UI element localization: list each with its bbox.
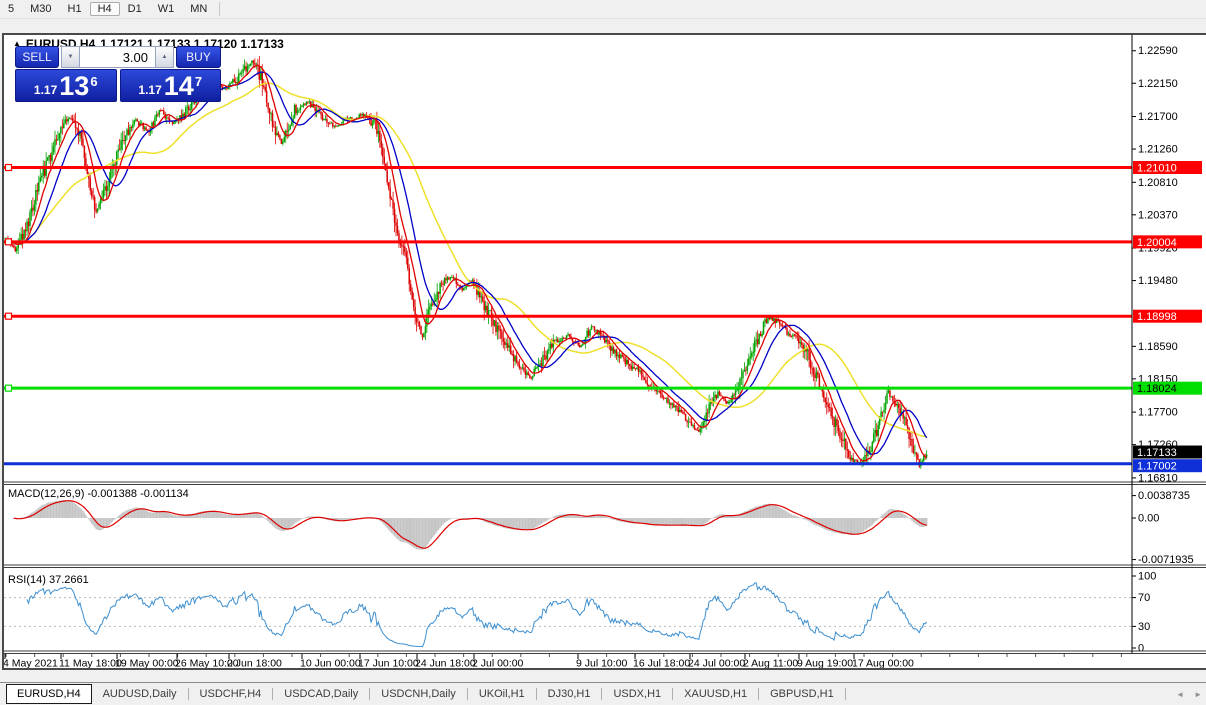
svg-text:1.22150: 1.22150 xyxy=(1138,78,1178,90)
timeframe-w1-button[interactable]: W1 xyxy=(150,2,183,16)
svg-text:0.0038735: 0.0038735 xyxy=(1138,490,1190,502)
sell-price-button[interactable]: 1.17136 xyxy=(15,69,117,102)
svg-text:1.18590: 1.18590 xyxy=(1138,341,1178,353)
timeframe-h1-button[interactable]: H1 xyxy=(60,2,90,16)
timeframe-d1-button[interactable]: D1 xyxy=(120,2,150,16)
svg-text:1.18024: 1.18024 xyxy=(1137,383,1177,395)
buy-price-big: 14 xyxy=(164,72,194,101)
buy-price-button[interactable]: 1.17147 xyxy=(120,69,222,102)
timeframe-m5-button[interactable]: 5 xyxy=(0,2,22,16)
tab-usdchf-h4[interactable]: USDCHF,H4 xyxy=(189,684,273,704)
tab-dj30-h1[interactable]: DJ30,H1 xyxy=(537,684,602,704)
svg-text:1.21700: 1.21700 xyxy=(1138,111,1178,123)
svg-text:100: 100 xyxy=(1138,571,1156,583)
tab-usdcad-daily[interactable]: USDCAD,Daily xyxy=(273,684,369,704)
tab-gbpusd-h1[interactable]: GBPUSD,H1 xyxy=(759,684,845,704)
svg-text:1.17002: 1.17002 xyxy=(1137,461,1177,473)
svg-text:1.18998: 1.18998 xyxy=(1137,311,1177,323)
timeframe-mn-button[interactable]: MN xyxy=(182,2,215,16)
svg-text:2 Jul 00:00: 2 Jul 00:00 xyxy=(472,658,524,669)
tab-divider xyxy=(845,688,846,700)
svg-text:1.21010: 1.21010 xyxy=(1137,163,1177,175)
svg-text:11 May 18:00: 11 May 18:00 xyxy=(59,658,122,669)
buy-price-small: 1.17 xyxy=(138,83,161,97)
svg-text:0.00: 0.00 xyxy=(1138,513,1159,525)
svg-text:30: 30 xyxy=(1138,621,1150,633)
svg-text:24 Jul 00:00: 24 Jul 00:00 xyxy=(688,658,745,669)
svg-text:70: 70 xyxy=(1138,592,1150,604)
svg-text:1.17700: 1.17700 xyxy=(1138,407,1178,419)
macd-histogram xyxy=(13,500,927,550)
mt4-terminal: { "toolbar": { "timeframes": [ {"label":… xyxy=(0,0,1206,704)
svg-text:9 Aug 19:00: 9 Aug 19:00 xyxy=(797,658,853,669)
volume-input[interactable]: 3.00 xyxy=(80,46,155,68)
chart-window: ▲ EURUSD,H4 1.17121 1.17133 1.17120 1.17… xyxy=(2,33,1206,670)
svg-text:2 Jun 18:00: 2 Jun 18:00 xyxy=(227,658,282,669)
svg-text:19 May 00:00: 19 May 00:00 xyxy=(115,658,179,669)
toolbar-separator xyxy=(219,2,220,16)
volume-decrease-button[interactable]: ▼ xyxy=(61,46,80,68)
chart-canvas[interactable]: 1.22590 1.22150 1.21700 1.21260 1.20810 1.203… xyxy=(4,35,1206,668)
svg-text:9 Jul 10:00: 9 Jul 10:00 xyxy=(576,658,628,669)
svg-text:1.20810: 1.20810 xyxy=(1138,177,1178,189)
svg-text:1.22590: 1.22590 xyxy=(1138,45,1178,57)
svg-text:1.20004: 1.20004 xyxy=(1137,237,1177,249)
sell-price-sup: 6 xyxy=(90,74,97,89)
svg-text:1.16810: 1.16810 xyxy=(1138,472,1178,484)
svg-text:0: 0 xyxy=(1138,643,1144,655)
svg-text:1.20370: 1.20370 xyxy=(1138,209,1178,221)
one-click-trade-panel: SELL ▼ 3.00 ▲ BUY 1.17136 1.17147 xyxy=(15,46,221,102)
svg-text:1.21260: 1.21260 xyxy=(1138,144,1178,156)
sell-price-big: 13 xyxy=(59,72,89,101)
buy-button[interactable]: BUY xyxy=(176,46,221,68)
svg-text:-0.0071935: -0.0071935 xyxy=(1138,554,1194,566)
chart-tab-bar: EURUSD,H4 AUDUSD,Daily USDCHF,H4 USDCAD,… xyxy=(0,682,1206,704)
tab-eurusd-h4[interactable]: EURUSD,H4 xyxy=(6,684,92,704)
svg-text:17 Jun 10:00: 17 Jun 10:00 xyxy=(358,658,419,669)
svg-text:24 Jun 18:00: 24 Jun 18:00 xyxy=(415,658,476,669)
tab-usdcnh-daily[interactable]: USDCNH,Daily xyxy=(370,684,467,704)
timeframe-m30-button[interactable]: M30 xyxy=(22,2,59,16)
svg-text:1.19480: 1.19480 xyxy=(1138,275,1178,287)
svg-text:16 Jul 18:00: 16 Jul 18:00 xyxy=(633,658,690,669)
sell-button[interactable]: SELL xyxy=(15,46,59,68)
svg-text:17 Aug 00:00: 17 Aug 00:00 xyxy=(852,658,914,669)
tab-usdx-h1[interactable]: USDX,H1 xyxy=(602,684,672,704)
svg-text:2 Aug 11:00: 2 Aug 11:00 xyxy=(743,658,798,669)
timeframe-h4-button[interactable]: H4 xyxy=(90,2,120,16)
timeframe-toolbar: 5 M30 H1 H4 D1 W1 MN xyxy=(0,0,1206,19)
candles xyxy=(4,56,927,469)
tab-scroll-left-icon[interactable]: ◄ xyxy=(1176,690,1184,699)
sell-price-small: 1.17 xyxy=(34,83,57,97)
rsi-indicator-label: RSI(14) 37.2661 xyxy=(8,574,89,586)
tab-scroll-right-icon[interactable]: ► xyxy=(1194,690,1202,699)
svg-text:10 Jun 00:00: 10 Jun 00:00 xyxy=(300,658,361,669)
macd-indicator-label: MACD(12,26,9) -0.001388 -0.001134 xyxy=(8,488,189,500)
tab-xauusd-h1[interactable]: XAUUSD,H1 xyxy=(673,684,758,704)
buy-price-sup: 7 xyxy=(195,74,202,89)
volume-increase-button[interactable]: ▲ xyxy=(155,46,174,68)
svg-text:4 May 2021: 4 May 2021 xyxy=(4,658,58,669)
tab-ukoil-h1[interactable]: UKOil,H1 xyxy=(468,684,536,704)
tab-audusd-daily[interactable]: AUDUSD,Daily xyxy=(92,684,188,704)
svg-text:1.17133: 1.17133 xyxy=(1137,447,1177,459)
